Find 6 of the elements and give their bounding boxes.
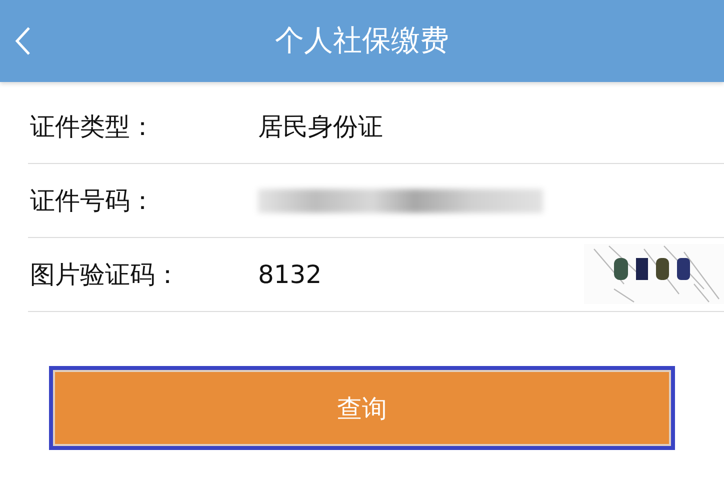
field-value: 居民身份证 <box>258 111 383 143</box>
field-label: 图片验证码： <box>29 259 181 291</box>
captcha-input[interactable]: 8132 <box>258 260 458 289</box>
field-label: 证件号码： <box>29 185 156 217</box>
page-title: 个人社保缴费 <box>275 22 449 59</box>
field-label: 证件类型： <box>29 111 156 143</box>
